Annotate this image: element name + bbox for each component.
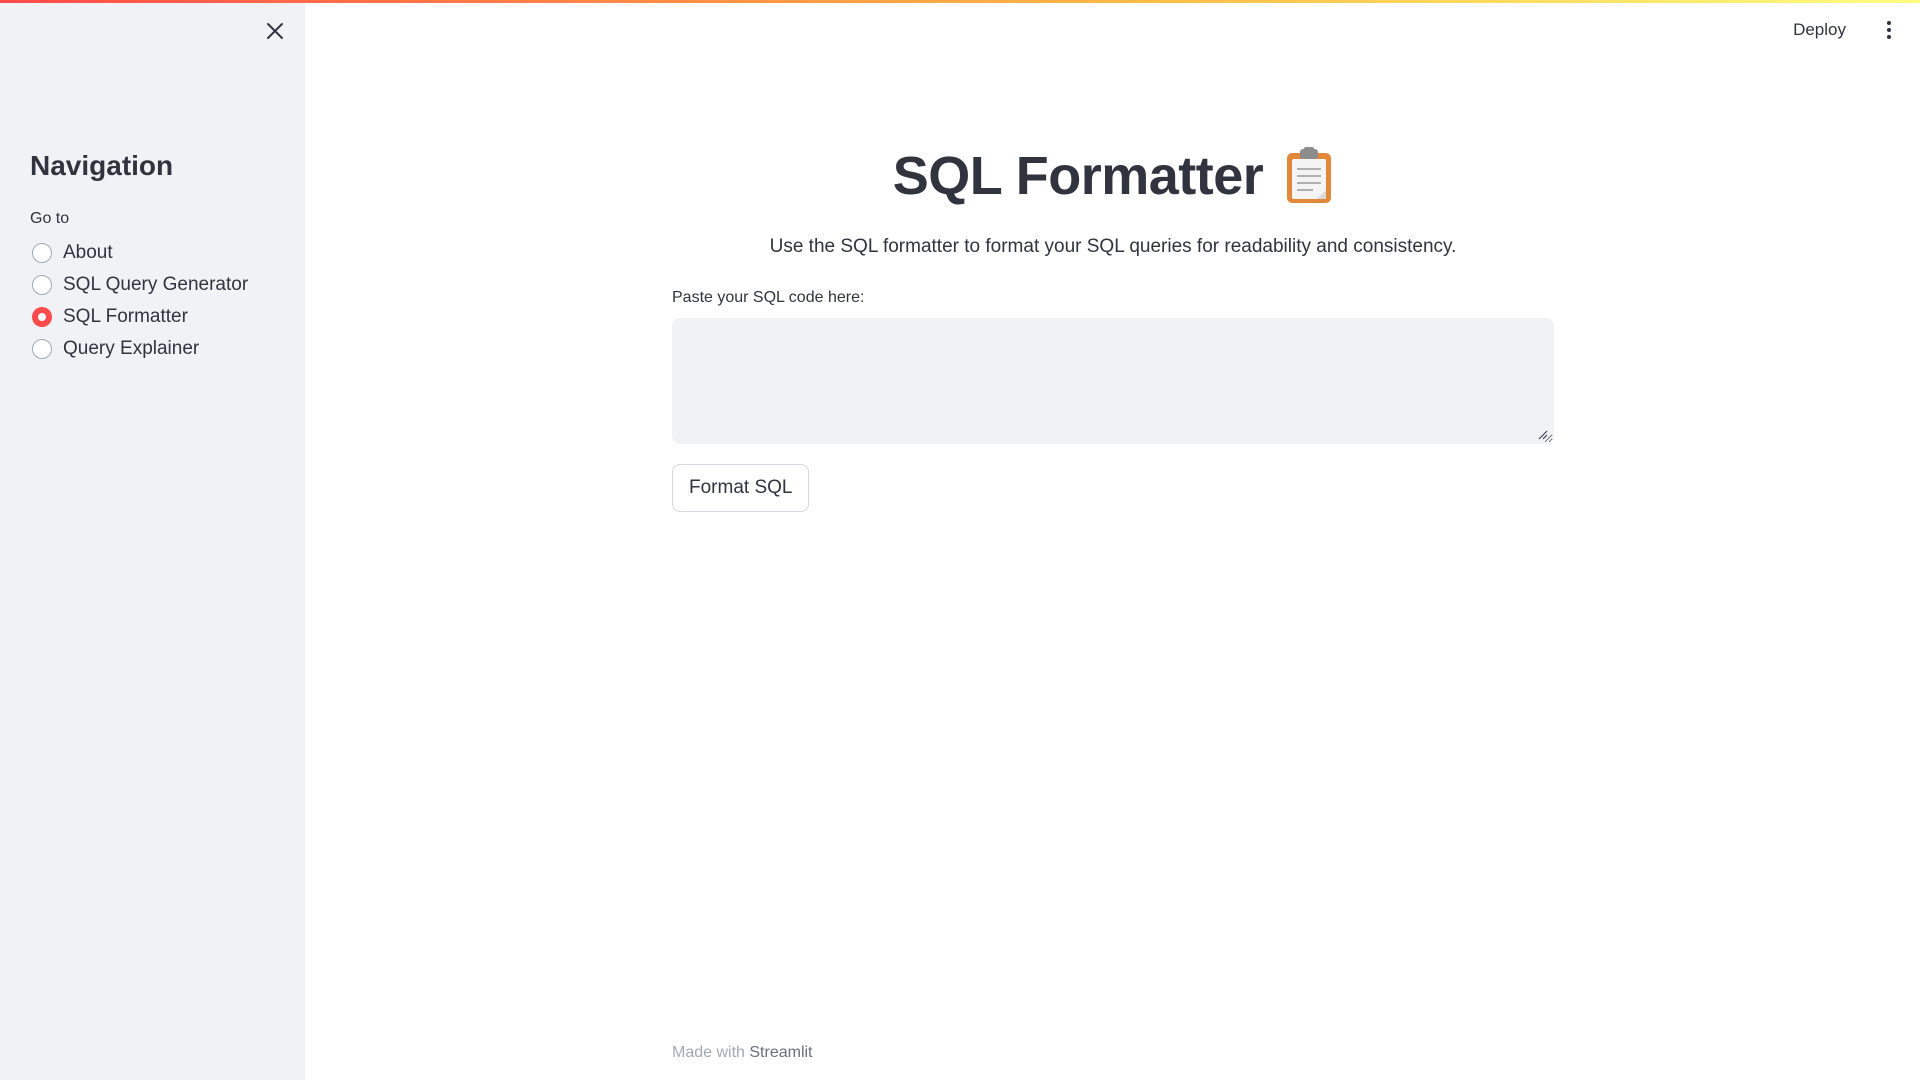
nav-option-label: SQL Query Generator <box>63 274 249 295</box>
clipboard-icon <box>1287 147 1332 203</box>
top-accent-bar <box>0 0 1920 3</box>
close-sidebar-button[interactable] <box>262 18 288 44</box>
radio-button[interactable] <box>32 243 52 263</box>
sql-code-textarea[interactable] <box>672 318 1554 444</box>
nav-option-query-explainer[interactable]: Query Explainer <box>32 338 248 360</box>
page-title: SQL Formatter <box>892 146 1264 206</box>
footer-prefix: Made with <box>672 1044 745 1061</box>
resize-handle-icon[interactable] <box>1538 430 1548 440</box>
navigation-radio-group: About SQL Query Generator SQL Formatter … <box>32 242 248 360</box>
radio-button[interactable] <box>32 339 52 359</box>
footer: Made with Streamlit <box>672 1044 813 1062</box>
streamlit-link[interactable]: Streamlit <box>749 1044 812 1061</box>
page-title-row: SQL Formatter <box>672 145 1554 207</box>
main-menu-button[interactable] <box>1876 10 1902 50</box>
radio-group-label: Go to <box>30 210 70 227</box>
sidebar: Navigation Go to About SQL Query Generat… <box>0 0 305 1080</box>
radio-button[interactable] <box>32 275 52 295</box>
deploy-button[interactable]: Deploy <box>1793 20 1846 40</box>
nav-option-label: Query Explainer <box>63 338 200 359</box>
kebab-menu-icon <box>1887 21 1891 25</box>
radio-button-selected[interactable] <box>32 307 52 327</box>
sql-input-label: Paste your SQL code here: <box>672 289 865 306</box>
header-toolbar: Deploy <box>1793 0 1920 60</box>
nav-option-label: About <box>63 242 113 263</box>
format-sql-button[interactable]: Format SQL <box>672 464 810 512</box>
page-description: Use the SQL formatter to format your SQL… <box>769 236 1457 257</box>
close-icon <box>267 23 283 39</box>
nav-option-about[interactable]: About <box>32 242 248 264</box>
nav-option-label: SQL Formatter <box>63 306 188 327</box>
nav-option-sql-query-generator[interactable]: SQL Query Generator <box>32 274 248 296</box>
nav-option-sql-formatter[interactable]: SQL Formatter <box>32 306 248 328</box>
sidebar-title: Navigation <box>30 150 174 181</box>
